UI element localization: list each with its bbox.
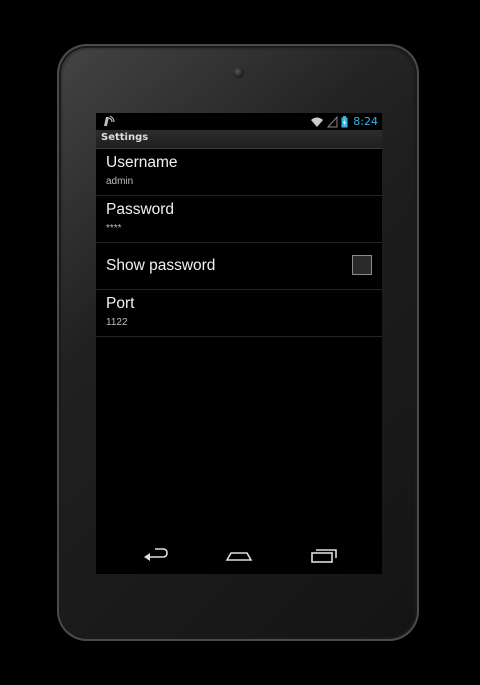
notification-icon [104, 115, 115, 126]
pref-username-summary: admin [106, 176, 134, 187]
pref-username[interactable]: Username admin [96, 149, 382, 196]
pref-show-password-title: Show password [106, 257, 216, 274]
navigation-bar [96, 538, 382, 574]
signal-icon [327, 115, 338, 127]
status-time: 8:24 [353, 115, 378, 128]
pref-show-password[interactable]: Show password [96, 243, 382, 290]
pref-password[interactable]: Password **** [96, 196, 382, 243]
show-password-checkbox[interactable] [352, 255, 372, 275]
battery-charging-icon [341, 115, 348, 127]
page-title: Settings [101, 132, 149, 143]
preference-list: Username admin Password **** Show passwo… [96, 149, 382, 337]
home-icon[interactable] [224, 544, 254, 566]
pref-port-summary: 1122 [106, 317, 128, 328]
status-bar: 8:24 [96, 113, 382, 130]
screen: 8:24 Settings Username admin Password **… [96, 113, 382, 574]
front-camera [233, 67, 244, 78]
pref-port[interactable]: Port 1122 [96, 290, 382, 337]
wifi-icon [311, 117, 324, 127]
pref-password-summary: **** [106, 223, 122, 234]
pref-port-title: Port [106, 295, 135, 312]
recent-apps-icon[interactable] [309, 544, 339, 566]
back-icon[interactable] [141, 544, 171, 566]
title-bar: Settings [96, 130, 382, 149]
pref-password-title: Password [106, 201, 175, 218]
pref-username-title: Username [106, 154, 178, 171]
